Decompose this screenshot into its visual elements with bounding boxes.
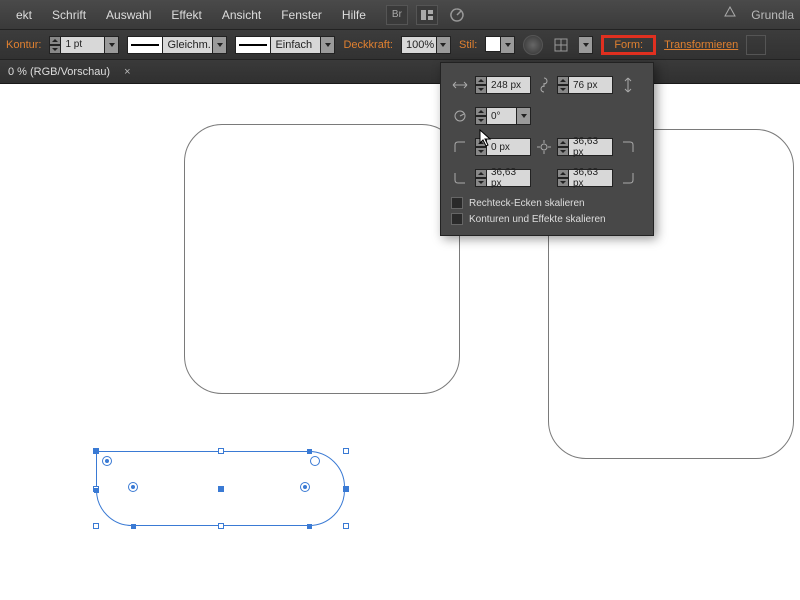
- bbox-handle[interactable]: [343, 448, 349, 454]
- stroke-profile-preview: [127, 36, 163, 54]
- opacity-field[interactable]: 100%: [401, 36, 451, 54]
- scale-corners-row[interactable]: Rechteck-Ecken skalieren: [451, 197, 643, 209]
- corner-tl-icon: [451, 138, 469, 156]
- isolate-icon[interactable]: [746, 35, 766, 55]
- corner-br-field[interactable]: 36,63 px: [557, 169, 613, 187]
- anchor-point[interactable]: [94, 449, 99, 454]
- menu-item[interactable]: Schrift: [42, 8, 96, 22]
- opacity-dropdown[interactable]: [437, 36, 451, 54]
- close-tab-icon[interactable]: ×: [124, 66, 130, 78]
- brush-preview: [235, 36, 271, 54]
- bridge-icon[interactable]: Br: [386, 5, 408, 25]
- shape-button[interactable]: Form:: [601, 35, 656, 55]
- bbox-handle[interactable]: [93, 523, 99, 529]
- corner-br-icon: [619, 169, 637, 187]
- style-dropdown[interactable]: [501, 36, 515, 54]
- angle-dropdown[interactable]: [517, 107, 531, 125]
- menu-item[interactable]: Effekt: [161, 8, 211, 22]
- center-point[interactable]: [218, 486, 224, 492]
- menu-item[interactable]: Auswahl: [96, 8, 161, 22]
- canvas[interactable]: [0, 84, 800, 600]
- scale-corners-label: Rechteck-Ecken skalieren: [469, 198, 585, 209]
- bbox-handle[interactable]: [343, 523, 349, 529]
- width-field[interactable]: 248 px: [475, 76, 531, 94]
- menu-item[interactable]: Ansicht: [212, 8, 271, 22]
- transform-button[interactable]: Transformieren: [664, 39, 738, 51]
- menu-bar: ekt Schrift Auswahl Effekt Ansicht Fenst…: [0, 0, 800, 30]
- scale-strokes-label: Konturen und Effekte skalieren: [469, 214, 606, 225]
- document-tab-title: 0 % (RGB/Vorschau): [8, 66, 110, 78]
- anchor-point[interactable]: [307, 524, 312, 529]
- brush-field[interactable]: Einfach: [235, 36, 335, 54]
- scale-strokes-checkbox[interactable]: [451, 213, 463, 225]
- corner-bl-field[interactable]: 36,63 px: [475, 169, 531, 187]
- arrange-docs-icon[interactable]: [416, 5, 438, 25]
- stroke-label: Kontur:: [6, 39, 41, 51]
- bbox-handle[interactable]: [218, 448, 224, 454]
- style-field[interactable]: [485, 36, 515, 54]
- anchor-point[interactable]: [343, 486, 348, 491]
- cursor-icon: [479, 129, 493, 147]
- menu-item[interactable]: Hilfe: [332, 8, 376, 22]
- scale-strokes-row[interactable]: Konturen und Effekte skalieren: [451, 213, 643, 225]
- width-icon: [451, 76, 469, 94]
- stroke-width-field[interactable]: 1 pt: [49, 36, 119, 54]
- opacity-label: Deckkraft:: [343, 39, 393, 51]
- control-bar: Kontur: 1 pt Gleichm. Einfach Deckkraft:…: [0, 30, 800, 60]
- align-dropdown[interactable]: [579, 36, 593, 54]
- shape-rect-1[interactable]: [184, 124, 460, 394]
- style-swatch: [485, 36, 501, 52]
- notification-icon[interactable]: [723, 6, 737, 23]
- scale-corners-checkbox[interactable]: [451, 197, 463, 209]
- style-label: Stil:: [459, 39, 477, 51]
- stroke-profile-dropdown[interactable]: [213, 36, 227, 54]
- shape-properties-panel: 248 px 76 px 0° 0 px 36,63 px 36,63 px 3…: [440, 62, 654, 236]
- live-corner-widget[interactable]: [102, 456, 112, 466]
- corner-tr-icon: [619, 138, 637, 156]
- workspace-label[interactable]: Grundla: [751, 8, 794, 22]
- live-corner-widget[interactable]: [310, 456, 320, 466]
- stroke-width-dropdown[interactable]: [105, 36, 119, 54]
- corner-tr-field[interactable]: 36,63 px: [557, 138, 613, 156]
- height-icon: [619, 76, 637, 94]
- live-corner-widget[interactable]: [300, 482, 310, 492]
- document-tab[interactable]: 0 % (RGB/Vorschau) ×: [8, 66, 131, 78]
- live-corner-widget[interactable]: [128, 482, 138, 492]
- corner-bl-icon: [451, 169, 469, 187]
- bbox-handle[interactable]: [218, 523, 224, 529]
- link-corners-icon[interactable]: [537, 135, 551, 159]
- recolor-icon[interactable]: [523, 35, 543, 55]
- height-field[interactable]: 76 px: [557, 76, 613, 94]
- link-wh-icon[interactable]: [537, 73, 551, 97]
- brush-dropdown[interactable]: [321, 36, 335, 54]
- angle-field[interactable]: 0°: [475, 107, 531, 125]
- anchor-point[interactable]: [307, 449, 312, 454]
- stroke-profile-field[interactable]: Gleichm.: [127, 36, 227, 54]
- gpu-icon[interactable]: [446, 5, 468, 25]
- document-tab-bar: 0 % (RGB/Vorschau) ×: [0, 60, 800, 84]
- anchor-point[interactable]: [131, 524, 136, 529]
- menu-item[interactable]: ekt: [6, 8, 42, 22]
- anchor-point[interactable]: [94, 488, 99, 493]
- align-icon[interactable]: [551, 35, 571, 55]
- rotate-icon: [451, 107, 469, 125]
- menu-item[interactable]: Fenster: [271, 8, 332, 22]
